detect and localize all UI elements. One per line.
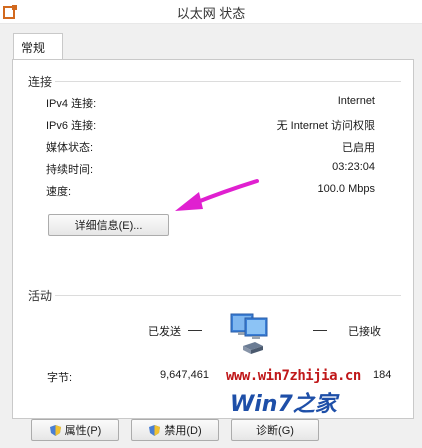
received-label: 已接收	[348, 326, 381, 338]
ipv4-label: IPv4 连接:	[46, 98, 97, 110]
ipv6-label: IPv6 连接:	[46, 120, 97, 132]
properties-label: 属性(P)	[64, 425, 102, 437]
annotation-arrow	[175, 179, 259, 211]
window-title: 以太网 状态	[176, 6, 246, 21]
shield-icon	[149, 424, 161, 436]
network-computers-icon	[230, 313, 268, 354]
ipv4-value: Internet	[337, 95, 375, 107]
activity-separator	[55, 295, 401, 296]
disable-label: 禁用(D)	[164, 425, 202, 437]
tab-panel-general: 连接 IPv4 连接: Internet IPv6 连接: 无 Internet…	[12, 59, 414, 419]
activity-heading: 活动	[28, 289, 53, 303]
media-state-value: 已启用	[342, 142, 375, 154]
title-bar: 以太网 状态	[0, 0, 422, 24]
bytes-sent-value: 9,647,461	[160, 369, 209, 381]
sent-label: 已发送	[148, 326, 181, 338]
received-dash	[313, 330, 327, 331]
bytes-label: 字节:	[47, 372, 73, 384]
watermark-logo: Win7之家	[230, 392, 337, 417]
tab-general[interactable]: 常规	[13, 33, 63, 61]
properties-button[interactable]: 属性(P)	[31, 419, 119, 441]
details-button[interactable]: 详细信息(E)...	[48, 214, 169, 236]
diagnose-button[interactable]: 诊断(G)	[231, 419, 319, 441]
disable-button[interactable]: 禁用(D)	[131, 419, 219, 441]
speed-value: 100.0 Mbps	[317, 183, 375, 195]
speed-label: 速度:	[46, 186, 72, 198]
connection-separator	[55, 81, 401, 82]
ipv6-value: 无 Internet 访问权限	[276, 120, 375, 132]
tab-strip: 常规	[0, 24, 422, 61]
watermark: www.win7zhijia.cn Win7之家	[226, 368, 376, 417]
watermark-url: www.win7zhijia.cn	[226, 368, 361, 384]
duration-value: 03:23:04	[332, 161, 375, 173]
connection-heading: 连接	[28, 75, 53, 89]
sent-dash	[188, 330, 202, 331]
duration-label: 持续时间:	[46, 164, 94, 176]
media-state-label: 媒体状态:	[46, 142, 94, 154]
shield-icon	[49, 424, 61, 436]
